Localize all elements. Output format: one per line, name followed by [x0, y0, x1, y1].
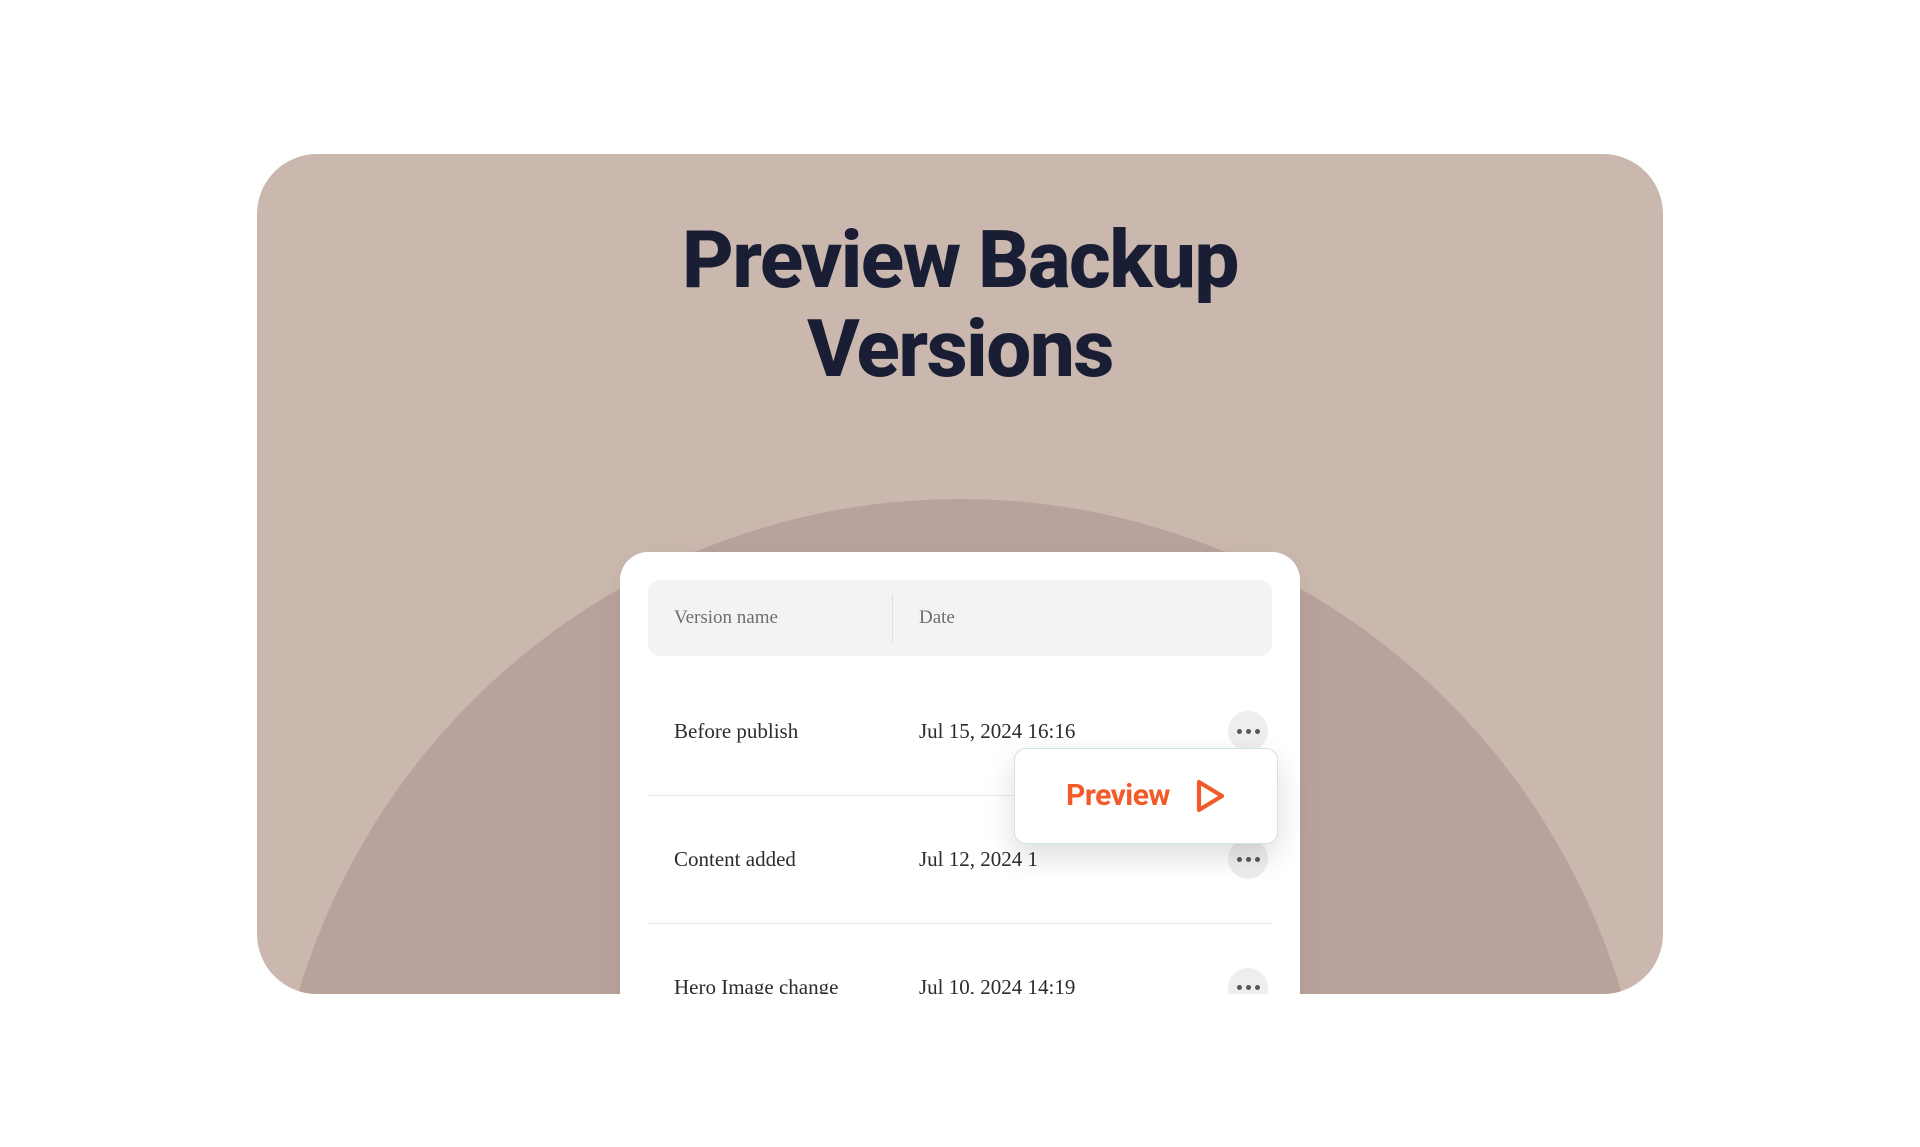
more-icon: [1255, 857, 1260, 862]
more-icon: [1246, 857, 1251, 862]
table-header: Version name Date: [648, 580, 1272, 656]
more-icon: [1255, 985, 1260, 990]
version-date: Jul 10, 2024 14:19: [893, 975, 1272, 994]
column-header-name: Version name: [648, 580, 893, 656]
more-icon: [1246, 985, 1251, 990]
feature-card: Preview Backup Versions Version name Dat…: [257, 154, 1663, 994]
preview-label: Preview: [1066, 778, 1170, 813]
row-actions-button[interactable]: [1228, 711, 1268, 751]
version-name: Before publish: [648, 719, 893, 744]
preview-popover[interactable]: Preview: [1014, 748, 1278, 844]
table-row: Hero Image change Jul 10, 2024 14:19: [648, 924, 1272, 994]
row-actions-button[interactable]: [1228, 839, 1268, 879]
more-icon: [1237, 857, 1242, 862]
more-icon: [1246, 729, 1251, 734]
page-title: Preview Backup Versions: [257, 216, 1663, 395]
version-date: Jul 12, 2024 1: [893, 847, 1272, 872]
play-icon: [1196, 779, 1226, 813]
more-icon: [1237, 729, 1242, 734]
version-name: Hero Image change: [648, 975, 893, 994]
table-row: Before publish Jul 15, 2024 16:16 Previe…: [648, 668, 1272, 796]
column-header-date: Date: [893, 580, 1272, 656]
version-name: Content added: [648, 847, 893, 872]
version-date: Jul 15, 2024 16:16: [893, 719, 1272, 744]
row-actions-button[interactable]: [1228, 968, 1268, 994]
table-body: Before publish Jul 15, 2024 16:16 Previe…: [648, 656, 1272, 994]
more-icon: [1237, 985, 1242, 990]
versions-panel: Version name Date Before publish Jul 15,…: [620, 552, 1300, 994]
more-icon: [1255, 729, 1260, 734]
